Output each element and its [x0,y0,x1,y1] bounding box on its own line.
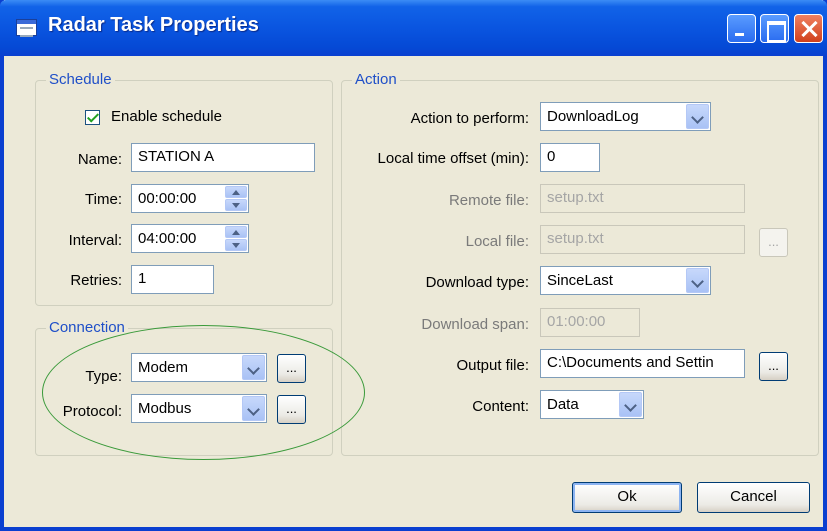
type-value: Modem [138,359,189,376]
local-time-offset-label: Local time offset (min): [377,150,529,167]
interval-spinner[interactable]: 04:00:00 [131,224,249,253]
interval-down-arrow-icon[interactable] [225,239,247,251]
chevron-down-icon[interactable] [242,355,265,380]
enable-schedule-label[interactable]: Enable schedule [111,108,222,125]
chevron-down-icon[interactable] [619,392,642,417]
chevron-down-icon[interactable] [242,396,265,421]
download-type-value: SinceLast [547,272,613,289]
interval-spin-buttons [225,226,247,251]
chevron-down-icon[interactable] [686,104,709,129]
maximize-button[interactable] [760,14,789,43]
interval-label: Interval: [68,232,122,249]
content-value: Data [547,396,579,413]
action-to-perform-dropdown[interactable]: DownloadLog [540,102,711,131]
name-label: Name: [77,151,122,168]
protocol-label: Protocol: [62,403,122,420]
action-legend: Action [352,71,400,88]
download-span-label: Download span: [421,316,529,333]
protocol-dropdown[interactable]: Modbus [131,394,267,423]
time-label: Time: [85,191,122,208]
type-browse-button[interactable]: ... [277,354,306,383]
time-spinner[interactable]: 00:00:00 [131,184,249,213]
name-input[interactable]: STATION A [131,143,315,172]
chevron-down-icon[interactable] [686,268,709,293]
output-file-label: Output file: [456,357,529,374]
window-app-icon [16,19,37,37]
output-file-browse-button[interactable]: ... [759,352,788,381]
retries-input[interactable]: 1 [131,265,214,294]
time-down-arrow-icon[interactable] [225,199,247,211]
cancel-button[interactable]: Cancel [697,482,810,513]
enable-schedule-checkbox[interactable] [85,110,100,125]
minimize-button[interactable] [727,14,756,43]
local-file-browse-button[interactable]: ... [759,228,788,257]
ok-button[interactable]: Ok [572,482,682,513]
close-button[interactable] [794,14,823,43]
interval-up-arrow-icon[interactable] [225,226,247,238]
schedule-legend: Schedule [46,71,115,88]
window-title: Radar Task Properties [48,14,259,36]
content-label: Content: [472,398,529,415]
type-dropdown[interactable]: Modem [131,353,267,382]
time-spin-buttons [225,186,247,211]
output-file-input[interactable]: C:\Documents and Settin [540,349,745,378]
local-file-label: Local file: [465,233,529,250]
title-bar[interactable]: Radar Task Properties [0,0,827,56]
remote-file-input[interactable]: setup.txt [540,184,745,213]
remote-file-label: Remote file: [448,192,529,209]
download-span-input[interactable]: 01:00:00 [540,308,640,337]
download-type-label: Download type: [425,274,529,291]
action-to-perform-label: Action to perform: [410,110,529,127]
time-value: 00:00:00 [138,190,197,207]
local-time-offset-input[interactable]: 0 [540,143,600,172]
retries-label: Retries: [70,272,122,289]
action-to-perform-value: DownloadLog [547,108,639,125]
time-up-arrow-icon[interactable] [225,186,247,198]
protocol-value: Modbus [138,400,192,417]
download-type-dropdown[interactable]: SinceLast [540,266,711,295]
interval-value: 04:00:00 [138,230,197,247]
type-label: Type: [85,368,122,385]
content-dropdown[interactable]: Data [540,390,644,419]
local-file-input[interactable]: setup.txt [540,225,745,254]
connection-group: Connection [35,319,333,456]
connection-legend: Connection [46,319,128,336]
protocol-browse-button[interactable]: ... [277,395,306,424]
dialog-window: Radar Task Properties Schedule Enable sc… [0,0,827,531]
